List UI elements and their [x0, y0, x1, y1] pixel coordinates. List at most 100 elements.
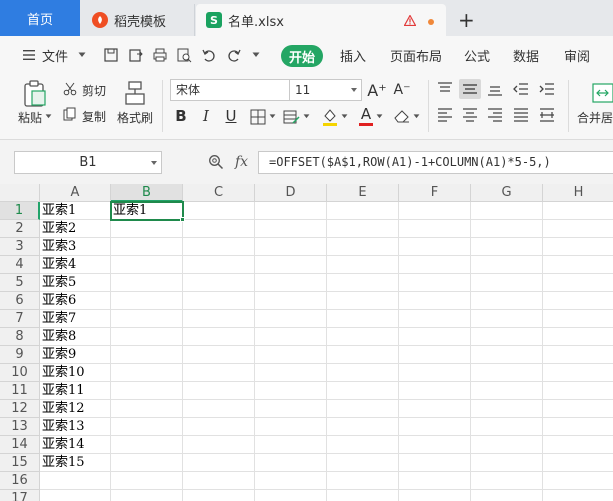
format-painter-label[interactable]: 格式刷 [117, 109, 153, 126]
cell-h4[interactable] [543, 256, 613, 274]
export-icon[interactable] [128, 47, 144, 63]
cell-d3[interactable] [255, 238, 327, 256]
italic-button[interactable]: I [196, 106, 216, 126]
cell-d12[interactable] [255, 400, 327, 418]
cell-a14[interactable]: 亚索14 [40, 436, 111, 454]
cell-e2[interactable] [327, 220, 399, 238]
cell-c17[interactable] [183, 490, 255, 501]
cell-d6[interactable] [255, 292, 327, 310]
increase-indent-icon[interactable] [539, 82, 555, 96]
bold-button[interactable]: B [171, 106, 191, 126]
cell-style-icon[interactable] [283, 109, 301, 125]
column-header-f[interactable]: F [399, 184, 471, 202]
align-top-icon[interactable] [437, 82, 453, 96]
cell-d16[interactable] [255, 472, 327, 490]
cell-g4[interactable] [471, 256, 543, 274]
cell-f7[interactable] [399, 310, 471, 328]
cell-b2[interactable] [111, 220, 183, 238]
cell-h1[interactable] [543, 202, 613, 220]
menu-page-layout[interactable]: 页面布局 [390, 46, 442, 65]
cell-e13[interactable] [327, 418, 399, 436]
formula-input[interactable]: =OFFSET($A$1,ROW(A1)-1+COLUMN(A1)*5-5,) [258, 151, 613, 174]
cell-c2[interactable] [183, 220, 255, 238]
spreadsheet-grid[interactable]: A B C D E F G H 1 亚索1 亚索1 2 亚索2 3 亚索3 4 亚索4 5 亚索5 6 亚索6 7 亚索7 8… [0, 184, 613, 501]
cell-a2[interactable]: 亚索2 [40, 220, 111, 238]
tab-home[interactable]: 首页 [0, 0, 80, 36]
align-middle-button[interactable] [459, 79, 481, 99]
row-header-3[interactable]: 3 [0, 238, 40, 256]
cell-b13[interactable] [111, 418, 183, 436]
cell-f14[interactable] [399, 436, 471, 454]
cell-b12[interactable] [111, 400, 183, 418]
cell-d2[interactable] [255, 220, 327, 238]
cell-d5[interactable] [255, 274, 327, 292]
chevron-down-icon[interactable] [413, 114, 420, 119]
row-header-14[interactable]: 14 [0, 436, 40, 454]
row-header-4[interactable]: 4 [0, 256, 40, 274]
cell-a15[interactable]: 亚索15 [40, 454, 111, 472]
cell-c12[interactable] [183, 400, 255, 418]
merge-center-icon[interactable] [592, 81, 613, 105]
cell-e9[interactable] [327, 346, 399, 364]
cell-e1[interactable] [327, 202, 399, 220]
chevron-down-icon[interactable] [45, 114, 52, 119]
cell-e11[interactable] [327, 382, 399, 400]
cell-a12[interactable]: 亚索12 [40, 400, 111, 418]
chevron-down-icon[interactable] [303, 114, 310, 119]
cell-h16[interactable] [543, 472, 613, 490]
cell-d13[interactable] [255, 418, 327, 436]
cell-b17[interactable] [111, 490, 183, 501]
cell-h8[interactable] [543, 328, 613, 346]
copy-button[interactable]: 复制 [82, 108, 106, 125]
cell-a13[interactable]: 亚索13 [40, 418, 111, 436]
search-formula-icon[interactable] [208, 154, 224, 170]
cell-h2[interactable] [543, 220, 613, 238]
redo-icon[interactable] [226, 47, 242, 63]
cell-c16[interactable] [183, 472, 255, 490]
align-right-icon[interactable] [487, 108, 503, 122]
cell-d17[interactable] [255, 490, 327, 501]
align-bottom-icon[interactable] [487, 82, 503, 96]
cell-f2[interactable] [399, 220, 471, 238]
cell-e14[interactable] [327, 436, 399, 454]
cell-g16[interactable] [471, 472, 543, 490]
cell-e7[interactable] [327, 310, 399, 328]
row-header-5[interactable]: 5 [0, 274, 40, 292]
chevron-down-icon[interactable] [78, 52, 86, 58]
eraser-icon[interactable] [393, 108, 411, 124]
justify-icon[interactable] [513, 108, 529, 122]
chevron-down-icon[interactable] [341, 114, 348, 119]
cell-h12[interactable] [543, 400, 613, 418]
cell-f5[interactable] [399, 274, 471, 292]
cell-c13[interactable] [183, 418, 255, 436]
cell-b3[interactable] [111, 238, 183, 256]
cell-d1[interactable] [255, 202, 327, 220]
column-header-a[interactable]: A [40, 184, 111, 202]
cell-g6[interactable] [471, 292, 543, 310]
cell-e12[interactable] [327, 400, 399, 418]
merge-center-label[interactable]: 合并居 [577, 109, 613, 126]
cell-e8[interactable] [327, 328, 399, 346]
cell-g17[interactable] [471, 490, 543, 501]
cell-g3[interactable] [471, 238, 543, 256]
cell-c15[interactable] [183, 454, 255, 472]
cell-b16[interactable] [111, 472, 183, 490]
format-painter-icon[interactable] [122, 80, 148, 108]
cell-h11[interactable] [543, 382, 613, 400]
cell-h7[interactable] [543, 310, 613, 328]
cell-h10[interactable] [543, 364, 613, 382]
cell-e15[interactable] [327, 454, 399, 472]
cell-c9[interactable] [183, 346, 255, 364]
cell-d7[interactable] [255, 310, 327, 328]
row-header-16[interactable]: 16 [0, 472, 40, 490]
cell-f11[interactable] [399, 382, 471, 400]
copy-icon[interactable] [63, 107, 77, 121]
cell-c14[interactable] [183, 436, 255, 454]
column-header-e[interactable]: E [327, 184, 399, 202]
menu-formulas[interactable]: 公式 [464, 46, 490, 65]
cell-h6[interactable] [543, 292, 613, 310]
column-header-d[interactable]: D [255, 184, 327, 202]
row-header-15[interactable]: 15 [0, 454, 40, 472]
font-size-select[interactable]: 11 [289, 79, 362, 101]
cell-f8[interactable] [399, 328, 471, 346]
